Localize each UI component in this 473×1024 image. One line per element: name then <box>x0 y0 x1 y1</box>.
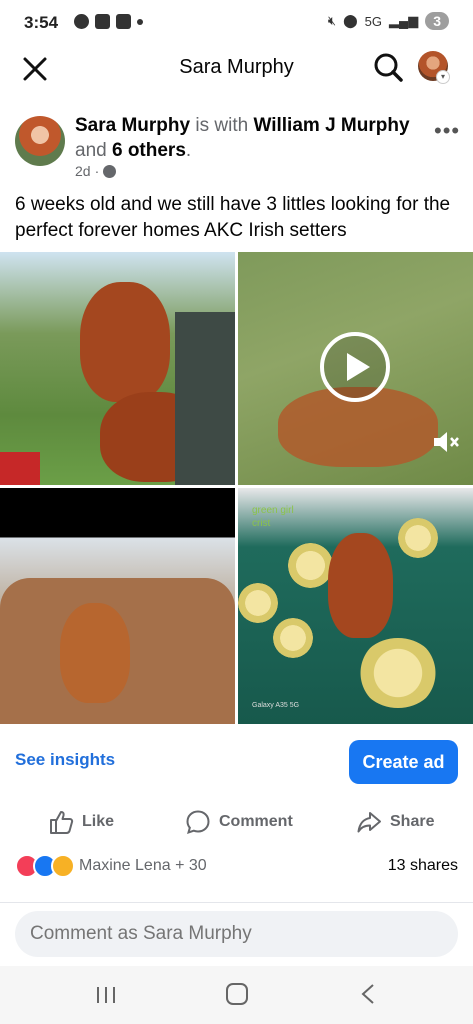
photo-puppy-couch[interactable] <box>0 488 235 724</box>
play-icon[interactable] <box>319 331 391 403</box>
rose-pattern <box>288 543 333 588</box>
create-ad-button[interactable]: Create ad <box>349 740 458 784</box>
post-author-line: Sara Murphy is with William J Murphy and… <box>75 115 410 161</box>
comment-label: Comment <box>219 813 293 830</box>
status-notification-icons <box>74 14 143 29</box>
tagged-name[interactable]: William J Murphy <box>253 115 409 136</box>
person-shirt <box>175 312 235 485</box>
mute-icon[interactable] <box>432 430 460 454</box>
with-text: is with <box>195 115 249 136</box>
location-icon: ⬤ <box>343 13 358 28</box>
like-button[interactable]: Like <box>48 808 114 836</box>
dot-icon <box>137 18 143 25</box>
home-icon[interactable] <box>226 983 248 1005</box>
comment-icon <box>186 810 210 835</box>
photo-watermark: Galaxy A35 5G <box>252 702 300 709</box>
n-icon <box>116 14 131 29</box>
share-button[interactable]: Share <box>356 808 434 836</box>
and-text: and <box>75 140 107 161</box>
photo-puppy-held[interactable] <box>0 252 235 485</box>
battery-indicator: 3 <box>425 12 449 30</box>
signal-icon: ▂▄▆ <box>388 13 419 28</box>
rose-pattern <box>238 583 278 623</box>
status-time: 3:54 <box>24 13 59 32</box>
status-system-icons: 🔇︎ ⬤ 5G ▂▄▆ 3 <box>328 12 449 30</box>
rose-pattern <box>398 518 438 558</box>
reaction-icons[interactable] <box>15 854 75 878</box>
puppy-shape <box>60 603 130 703</box>
mute-icon: 🔇︎ <box>327 13 337 28</box>
top-header: Sara Murphy ▾ <box>0 46 473 92</box>
divider <box>0 902 473 903</box>
threads-icon <box>74 14 89 29</box>
chevron-down-icon[interactable]: ▾ <box>436 70 450 84</box>
rose-pattern <box>358 638 438 708</box>
reaction-names[interactable]: Maxine Lena + 30 <box>79 857 207 875</box>
comment-button[interactable]: Comment <box>185 808 293 836</box>
post-time[interactable]: 2d <box>75 163 91 179</box>
alert-icon <box>95 14 110 29</box>
care-reaction-icon <box>51 854 75 878</box>
comment-input[interactable] <box>15 911 458 957</box>
back-icon[interactable] <box>360 983 376 1005</box>
like-label: Like <box>82 813 115 830</box>
post-caption: 6 weeks old and we still have 3 littles … <box>15 194 451 241</box>
share-label: Share <box>390 813 435 830</box>
author-avatar[interactable] <box>15 116 65 166</box>
network-label: 5G <box>364 13 382 29</box>
post-meta: 2d · <box>75 163 117 179</box>
author-name[interactable]: Sara Murphy <box>75 115 190 136</box>
thumbs-up-icon <box>50 811 74 834</box>
globe-icon <box>103 164 117 178</box>
see-insights-link[interactable]: See insights <box>15 750 115 770</box>
puppy-shape <box>80 282 170 402</box>
more-options-icon[interactable]: ••• <box>434 118 460 144</box>
puppy-shape <box>328 533 393 638</box>
tagged-others[interactable]: 6 others <box>112 140 186 161</box>
search-icon[interactable] <box>372 51 404 83</box>
rose-pattern <box>273 618 313 658</box>
photo-overlay-text: green girl crist <box>252 505 294 529</box>
status-bar: 3:54 🔇︎ ⬤ 5G ▂▄▆ 3 <box>0 0 473 46</box>
shares-count[interactable]: 13 shares <box>388 857 458 875</box>
recent-apps-icon[interactable] <box>95 985 117 1005</box>
red-object <box>0 452 40 485</box>
share-icon <box>357 812 381 833</box>
